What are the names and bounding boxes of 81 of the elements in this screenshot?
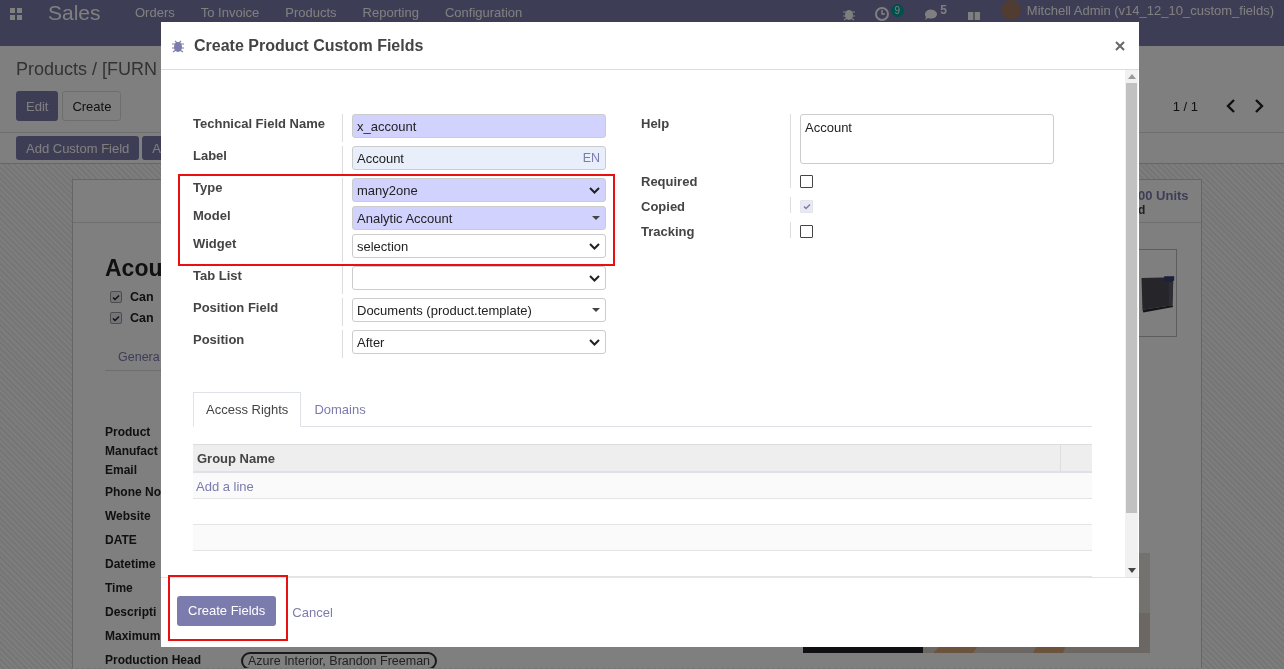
menu-item[interactable]: To Invoice	[200, 5, 260, 20]
field-label: Technical Field Name	[193, 115, 326, 133]
pager-value: 1 / 1	[1172, 98, 1198, 114]
checkbox[interactable]	[110, 312, 122, 324]
option-label: Can	[130, 290, 155, 304]
message-count: 5	[940, 3, 947, 17]
select-field[interactable]: After	[352, 330, 606, 354]
field-label: Descripti	[105, 603, 158, 621]
breadcrumb[interactable]: Products / [FURN	[16, 46, 161, 78]
add-line-link[interactable]: Add a line	[193, 473, 257, 500]
caret-icon	[592, 216, 600, 220]
create-fields-button[interactable]: Create Fields	[177, 595, 277, 626]
field-label: Widget	[193, 235, 238, 253]
field-label: Position	[193, 331, 246, 349]
dropdown-field[interactable]: Analytic Account	[352, 206, 606, 230]
checkbox[interactable]	[800, 225, 813, 238]
apps-icon[interactable]	[10, 8, 22, 20]
field-label: Maximum	[105, 627, 161, 645]
checkbox[interactable]	[110, 291, 122, 303]
chevron-down-icon	[589, 242, 600, 250]
field-label: Label	[193, 147, 228, 165]
field-label: Position Field	[193, 299, 280, 317]
down-arrow-icon	[1127, 568, 1136, 573]
field-label: Type	[193, 179, 224, 197]
field-label: Required	[641, 173, 699, 189]
tab[interactable]: Genera	[118, 350, 160, 364]
select-field[interactable]: selection	[352, 234, 606, 258]
checkbox[interactable]	[800, 175, 813, 188]
chat-icon	[924, 7, 939, 21]
field-label: Production Head	[105, 651, 201, 668]
dropdown-field[interactable]: Documents (product.template)	[352, 298, 606, 322]
product-title: Acou	[105, 254, 161, 283]
bug-icon	[172, 38, 184, 53]
stat-label[interactable]: d	[1138, 203, 1200, 217]
field-label: Datetime	[105, 555, 157, 573]
next-icon[interactable]	[1254, 99, 1264, 113]
up-arrow-icon	[1127, 74, 1136, 79]
field-label: Time	[105, 579, 134, 597]
text-field[interactable]: x_account	[352, 114, 606, 138]
select-field[interactable]	[352, 266, 606, 290]
bug-icon	[842, 7, 855, 21]
menu-item[interactable]: Orders	[135, 5, 175, 20]
language-tag[interactable]: EN	[582, 151, 600, 165]
field-label: Tab List	[193, 267, 243, 285]
chevron-down-icon	[589, 338, 600, 346]
option-label: Can	[130, 311, 155, 325]
caret-icon	[592, 308, 600, 312]
edit-button[interactable]: Edit	[16, 91, 59, 121]
cancel-link[interactable]: Cancel	[292, 605, 333, 620]
field-label: Tracking	[641, 223, 696, 239]
stat-value[interactable]: 00 Units	[1138, 188, 1200, 203]
user-name[interactable]: Mitchell Admin (v14_12_10_custom_fields)	[1026, 2, 1274, 18]
help-textarea[interactable]: Account	[800, 114, 1054, 164]
field-label: Product Manufact Email	[105, 424, 159, 479]
field-label: Model	[193, 207, 232, 225]
tab[interactable]: Access Rights	[193, 392, 302, 427]
app-name[interactable]: Sales	[48, 1, 135, 25]
text-field[interactable]: Account EN	[352, 146, 606, 170]
close-icon[interactable]	[1115, 40, 1125, 51]
create-button[interactable]: Create	[62, 91, 122, 121]
check-icon	[112, 293, 120, 301]
check-icon	[112, 314, 120, 322]
action-button[interactable]: Add Custom Field	[16, 136, 140, 160]
tag[interactable]: Azure Interior, Brandon Freeman	[241, 651, 438, 668]
menu-item[interactable]: Reporting	[362, 5, 419, 20]
dialog-title: Create Product Custom Fields	[194, 36, 425, 55]
chevron-down-icon	[589, 274, 600, 282]
notification-badge: 9	[890, 3, 905, 17]
previous-icon[interactable]	[1226, 99, 1236, 113]
field-label: Help	[641, 115, 671, 133]
chevron-down-icon	[589, 186, 600, 194]
column-header: Group Name	[196, 450, 276, 468]
field-label: Phone No	[105, 483, 161, 501]
field-label: DATE	[105, 531, 138, 549]
menu-item[interactable]: Products	[285, 5, 337, 20]
tab[interactable]: Domains	[301, 392, 379, 427]
select-field[interactable]: many2one	[352, 178, 606, 202]
field-label: Website	[105, 507, 152, 525]
field-label: Copied	[641, 198, 687, 214]
menu-item[interactable]: Configuration	[444, 5, 523, 20]
scrollbar[interactable]	[1125, 70, 1138, 577]
